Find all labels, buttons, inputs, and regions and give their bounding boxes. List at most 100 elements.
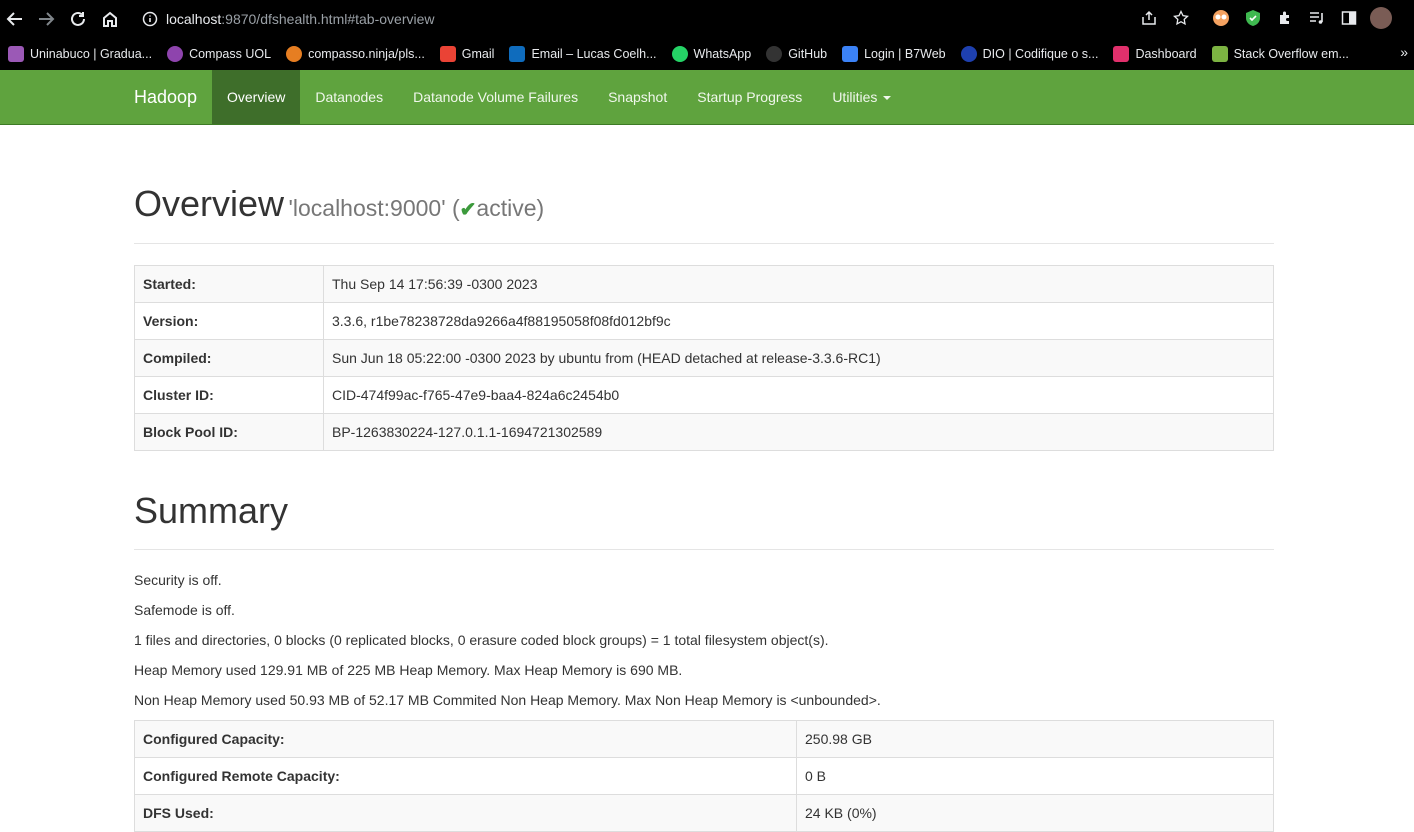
forward-icon[interactable] <box>34 7 58 31</box>
bookmark-label: GitHub <box>788 47 828 61</box>
site-info-icon[interactable] <box>138 7 162 31</box>
overview-host: 'localhost:9000' ( <box>288 195 460 221</box>
summary-table-wrap: Configured Capacity: 250.98 GB Configured… <box>134 720 1274 832</box>
bookmark-item[interactable]: WhatsApp <box>671 46 752 62</box>
row-label: Block Pool ID: <box>134 413 324 451</box>
reload-icon[interactable] <box>66 7 90 31</box>
bookmark-favicon-icon <box>960 46 977 62</box>
bookmark-favicon-icon <box>842 46 859 62</box>
outlook-icon <box>509 46 526 62</box>
caret-down-icon <box>883 96 892 101</box>
row-label: Version: <box>134 302 324 340</box>
table-row: Block Pool ID: BP-1263830224-127.0.1.1-16… <box>134 413 1274 451</box>
bookmark-label: Dashboard <box>1135 47 1197 61</box>
side-panel-icon[interactable] <box>1338 7 1360 29</box>
row-value: Thu Sep 14 17:56:39 -0300 2023 <box>323 265 1274 303</box>
row-label: Cluster ID: <box>134 376 324 414</box>
back-icon[interactable] <box>3 7 27 31</box>
bookmarks-bar: Uninabuco | Gradua... Compass UOL compas… <box>0 38 1414 70</box>
extension-shield-icon[interactable] <box>1242 7 1264 29</box>
url-path: :9870/dfshealth.html#tab-overview <box>221 11 435 27</box>
summary-title: Summary <box>134 490 289 531</box>
nav-tab-utilities[interactable]: Utilities <box>817 70 906 124</box>
bookmark-item[interactable]: DIO | Codifique o s... <box>960 46 1099 62</box>
home-icon[interactable] <box>98 7 122 31</box>
table-row: Compiled: Sun Jun 18 05:22:00 -0300 2023 … <box>134 339 1274 377</box>
reading-list-icon[interactable] <box>1306 7 1328 29</box>
row-value: 0 B <box>796 757 1274 795</box>
nav-tab-datanode-volume-failures[interactable]: Datanode Volume Failures <box>398 70 593 124</box>
bookmark-item[interactable]: Compass UOL <box>167 46 271 62</box>
bookmark-label: Login | B7Web <box>864 47 946 61</box>
address-bar[interactable]: localhost:9870/dfshealth.html#tab-overvi… <box>166 0 435 38</box>
nav-tab-datanodes[interactable]: Datanodes <box>300 70 398 124</box>
bookmark-item[interactable]: Stack Overflow em... <box>1211 46 1349 62</box>
extension-owl-icon[interactable] <box>1210 7 1232 29</box>
nav-tab-snapshot[interactable]: Snapshot <box>593 70 682 124</box>
bookmark-favicon-icon <box>286 46 303 62</box>
browser-toolbar: localhost:9870/dfshealth.html#tab-overvi… <box>0 0 1414 38</box>
row-label: DFS Used: <box>134 794 797 832</box>
check-icon: ✔ <box>459 199 477 221</box>
summary-section: Summary <box>134 490 1274 550</box>
bookmark-item[interactable]: Uninabuco | Gradua... <box>8 46 152 62</box>
row-label: Configured Capacity: <box>134 720 797 758</box>
row-label: Compiled: <box>134 339 324 377</box>
overview-section: Overview 'localhost:9000' (✔active) <box>134 183 1274 244</box>
bookmark-label: WhatsApp <box>693 47 752 61</box>
bookmark-label: Email – Lucas Coelh... <box>531 47 657 61</box>
overview-status: active <box>476 195 537 221</box>
bookmark-item[interactable]: Login | B7Web <box>842 46 946 62</box>
overview-subtitle: 'localhost:9000' (✔active) <box>288 195 544 221</box>
bookmark-label: DIO | Codifique o s... <box>982 47 1099 61</box>
bookmark-favicon-icon <box>8 46 24 62</box>
hadoop-navbar: Hadoop Overview Datanodes Datanode Volum… <box>0 70 1414 125</box>
overview-title: Overview <box>134 183 285 224</box>
bookmark-star-icon[interactable] <box>1170 7 1192 29</box>
overview-table-wrap: Started: Thu Sep 14 17:56:39 -0300 2023 V… <box>134 265 1274 451</box>
summary-table: Configured Capacity: 250.98 GB Configured… <box>134 720 1274 832</box>
table-row: DFS Used: 24 KB (0%) <box>134 794 1274 832</box>
row-value: 3.3.6, r1be78238728da9266a4f88195058f08f… <box>323 302 1274 340</box>
row-label: Started: <box>134 265 324 303</box>
nav-tab-startup-progress[interactable]: Startup Progress <box>682 70 817 124</box>
bookmark-item[interactable]: GitHub <box>766 46 827 62</box>
summary-lines: Security is off. Safemode is off. 1 file… <box>134 565 1274 715</box>
bookmark-item[interactable]: compasso.ninja/pls... <box>286 46 425 62</box>
bookmark-item[interactable]: Dashboard <box>1113 46 1197 62</box>
row-value: BP-1263830224-127.0.1.1-1694721302589 <box>323 413 1274 451</box>
row-value: Sun Jun 18 05:22:00 -0300 2023 by ubuntu… <box>323 339 1274 377</box>
table-row: Configured Capacity: 250.98 GB <box>134 720 1274 758</box>
gmail-icon <box>439 46 456 62</box>
heap-memory-text: Heap Memory used 129.91 MB of 225 MB Hea… <box>134 662 683 678</box>
extensions-puzzle-icon[interactable] <box>1274 7 1296 29</box>
bookmark-label: Compass UOL <box>189 47 272 61</box>
nav-tab-overview[interactable]: Overview <box>212 70 301 124</box>
github-icon <box>766 46 783 62</box>
bookmarks-overflow-icon[interactable]: » <box>1400 44 1408 60</box>
row-value: CID-474f99ac-f765-47e9-baa4-824a6c2454b0 <box>323 376 1274 414</box>
row-value: 24 KB (0%) <box>796 794 1274 832</box>
brand-logo[interactable]: Hadoop <box>134 70 197 124</box>
overview-table: Started: Thu Sep 14 17:56:39 -0300 2023 V… <box>134 265 1274 451</box>
bookmark-label: Uninabuco | Gradua... <box>30 47 153 61</box>
security-status-text: Security is off. <box>134 572 222 588</box>
table-row: Configured Remote Capacity: 0 B <box>134 757 1274 795</box>
overview-header: Overview 'localhost:9000' (✔active) <box>134 183 1274 244</box>
bookmark-item[interactable]: Gmail <box>439 46 495 62</box>
bookmark-favicon-icon <box>167 46 184 62</box>
bookmark-label: Gmail <box>461 47 495 61</box>
profile-avatar[interactable] <box>1370 7 1392 29</box>
bookmark-label: Stack Overflow em... <box>1233 47 1349 61</box>
whatsapp-icon <box>671 46 688 62</box>
bookmark-item[interactable]: Email – Lucas Coelh... <box>509 46 657 62</box>
bookmark-label: compasso.ninja/pls... <box>308 47 425 61</box>
row-value: 250.98 GB <box>796 720 1274 758</box>
utilities-label: Utilities <box>832 89 878 105</box>
share-icon[interactable] <box>1138 7 1160 29</box>
row-label: Configured Remote Capacity: <box>134 757 797 795</box>
url-host: localhost <box>166 11 222 27</box>
non-heap-memory-text: Non Heap Memory used 50.93 MB of 52.17 M… <box>134 692 881 708</box>
overview-close-paren: ) <box>536 195 545 221</box>
stackoverflow-icon <box>1211 46 1228 62</box>
